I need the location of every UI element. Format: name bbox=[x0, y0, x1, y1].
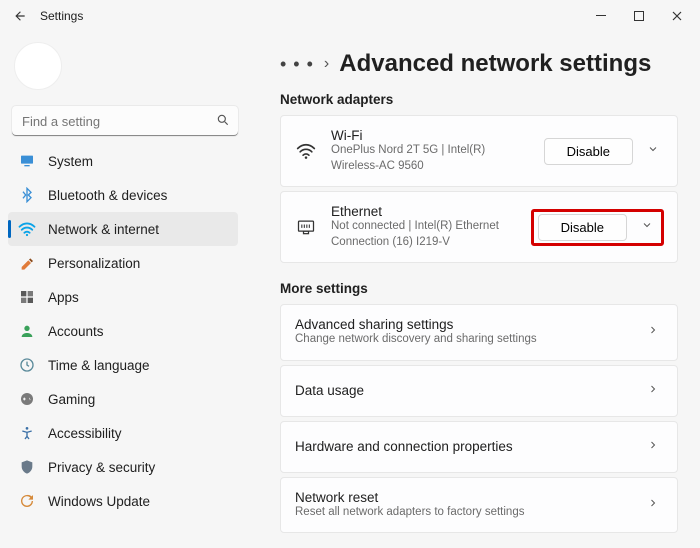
highlight-annotation: Disable bbox=[532, 210, 663, 245]
content-pane: • • • › Advanced network settings Networ… bbox=[248, 32, 700, 548]
arrow-left-icon bbox=[13, 9, 27, 23]
back-button[interactable] bbox=[4, 2, 36, 30]
ethernet-icon bbox=[295, 217, 317, 237]
setting-subtitle: Change network discovery and sharing set… bbox=[295, 332, 629, 348]
sidebar-item-apps[interactable]: Apps bbox=[8, 280, 238, 314]
network-icon bbox=[18, 220, 36, 238]
breadcrumb-more-button[interactable]: • • • bbox=[280, 54, 314, 75]
adapter-card-wifi: Wi-Fi OnePlus Nord 2T 5G | Intel(R) Wire… bbox=[280, 115, 678, 187]
adapter-detail: OnePlus Nord 2T 5G | Intel(R) Wireless-A… bbox=[331, 143, 530, 174]
adapter-name: Ethernet bbox=[331, 204, 518, 219]
sidebar-item-label: Accounts bbox=[48, 324, 104, 339]
chevron-down-icon bbox=[647, 143, 659, 155]
minimize-icon bbox=[596, 11, 606, 21]
chevron-right-icon bbox=[643, 319, 663, 345]
update-icon bbox=[18, 492, 36, 510]
setting-title: Hardware and connection properties bbox=[295, 439, 629, 454]
sidebar: System Bluetooth & devices Network & int… bbox=[0, 32, 248, 548]
adapter-detail: Not connected | Intel(R) Ethernet Connec… bbox=[331, 219, 518, 250]
setting-subtitle: Reset all network adapters to factory se… bbox=[295, 505, 629, 521]
more-data-usage[interactable]: Data usage bbox=[280, 365, 678, 417]
sidebar-item-network[interactable]: Network & internet bbox=[8, 212, 238, 246]
setting-title: Network reset bbox=[295, 490, 629, 505]
personalization-icon bbox=[18, 254, 36, 272]
more-network-reset[interactable]: Network reset Reset all network adapters… bbox=[280, 477, 678, 534]
sidebar-item-label: Apps bbox=[48, 290, 79, 305]
setting-title: Advanced sharing settings bbox=[295, 317, 629, 332]
more-advanced-sharing[interactable]: Advanced sharing settings Change network… bbox=[280, 304, 678, 361]
accessibility-icon bbox=[18, 424, 36, 442]
sidebar-item-personalization[interactable]: Personalization bbox=[8, 246, 238, 280]
sidebar-item-label: Personalization bbox=[48, 256, 140, 271]
shield-icon bbox=[18, 458, 36, 476]
avatar bbox=[14, 42, 62, 90]
window-title: Settings bbox=[40, 9, 582, 23]
sidebar-item-label: Accessibility bbox=[48, 426, 122, 441]
sidebar-item-label: Network & internet bbox=[48, 222, 159, 237]
wifi-icon bbox=[295, 141, 317, 161]
sidebar-item-accessibility[interactable]: Accessibility bbox=[8, 416, 238, 450]
adapter-name: Wi-Fi bbox=[331, 128, 530, 143]
sidebar-item-gaming[interactable]: Gaming bbox=[8, 382, 238, 416]
nav-list: System Bluetooth & devices Network & int… bbox=[8, 144, 242, 548]
profile-header[interactable] bbox=[8, 32, 242, 104]
disable-button[interactable]: Disable bbox=[544, 138, 633, 165]
sidebar-item-accounts[interactable]: Accounts bbox=[8, 314, 238, 348]
sidebar-item-label: Windows Update bbox=[48, 494, 150, 509]
titlebar: Settings bbox=[0, 0, 700, 32]
setting-title: Data usage bbox=[295, 383, 629, 398]
sidebar-item-label: Time & language bbox=[48, 358, 150, 373]
chevron-right-icon bbox=[643, 492, 663, 518]
sidebar-item-privacy[interactable]: Privacy & security bbox=[8, 450, 238, 484]
gaming-icon bbox=[18, 390, 36, 408]
chevron-down-icon bbox=[641, 219, 653, 231]
sidebar-item-system[interactable]: System bbox=[8, 144, 238, 178]
maximize-icon bbox=[634, 11, 644, 21]
maximize-button[interactable] bbox=[620, 2, 658, 30]
adapter-card-ethernet: Ethernet Not connected | Intel(R) Ethern… bbox=[280, 191, 678, 263]
clock-icon bbox=[18, 356, 36, 374]
sidebar-item-label: System bbox=[48, 154, 93, 169]
close-icon bbox=[672, 11, 682, 21]
sidebar-item-label: Gaming bbox=[48, 392, 95, 407]
system-icon bbox=[18, 152, 36, 170]
section-heading-adapters: Network adapters bbox=[280, 92, 678, 107]
bluetooth-icon bbox=[18, 186, 36, 204]
section-heading-more: More settings bbox=[280, 281, 678, 296]
chevron-right-icon bbox=[643, 434, 663, 460]
chevron-right-icon: › bbox=[324, 55, 329, 73]
expand-button[interactable] bbox=[643, 138, 663, 164]
expand-button[interactable] bbox=[637, 214, 657, 240]
breadcrumb: • • • › Advanced network settings bbox=[280, 50, 678, 78]
close-button[interactable] bbox=[658, 2, 696, 30]
search-input[interactable] bbox=[12, 106, 238, 136]
chevron-right-icon bbox=[643, 378, 663, 404]
apps-icon bbox=[18, 288, 36, 306]
more-hardware[interactable]: Hardware and connection properties bbox=[280, 421, 678, 473]
accounts-icon bbox=[18, 322, 36, 340]
disable-button[interactable]: Disable bbox=[538, 214, 627, 241]
minimize-button[interactable] bbox=[582, 2, 620, 30]
sidebar-item-label: Privacy & security bbox=[48, 460, 155, 475]
sidebar-item-bluetooth[interactable]: Bluetooth & devices bbox=[8, 178, 238, 212]
sidebar-item-update[interactable]: Windows Update bbox=[8, 484, 238, 518]
sidebar-item-label: Bluetooth & devices bbox=[48, 188, 167, 203]
page-title: Advanced network settings bbox=[339, 50, 651, 78]
search-field[interactable] bbox=[12, 106, 238, 136]
sidebar-item-time[interactable]: Time & language bbox=[8, 348, 238, 382]
